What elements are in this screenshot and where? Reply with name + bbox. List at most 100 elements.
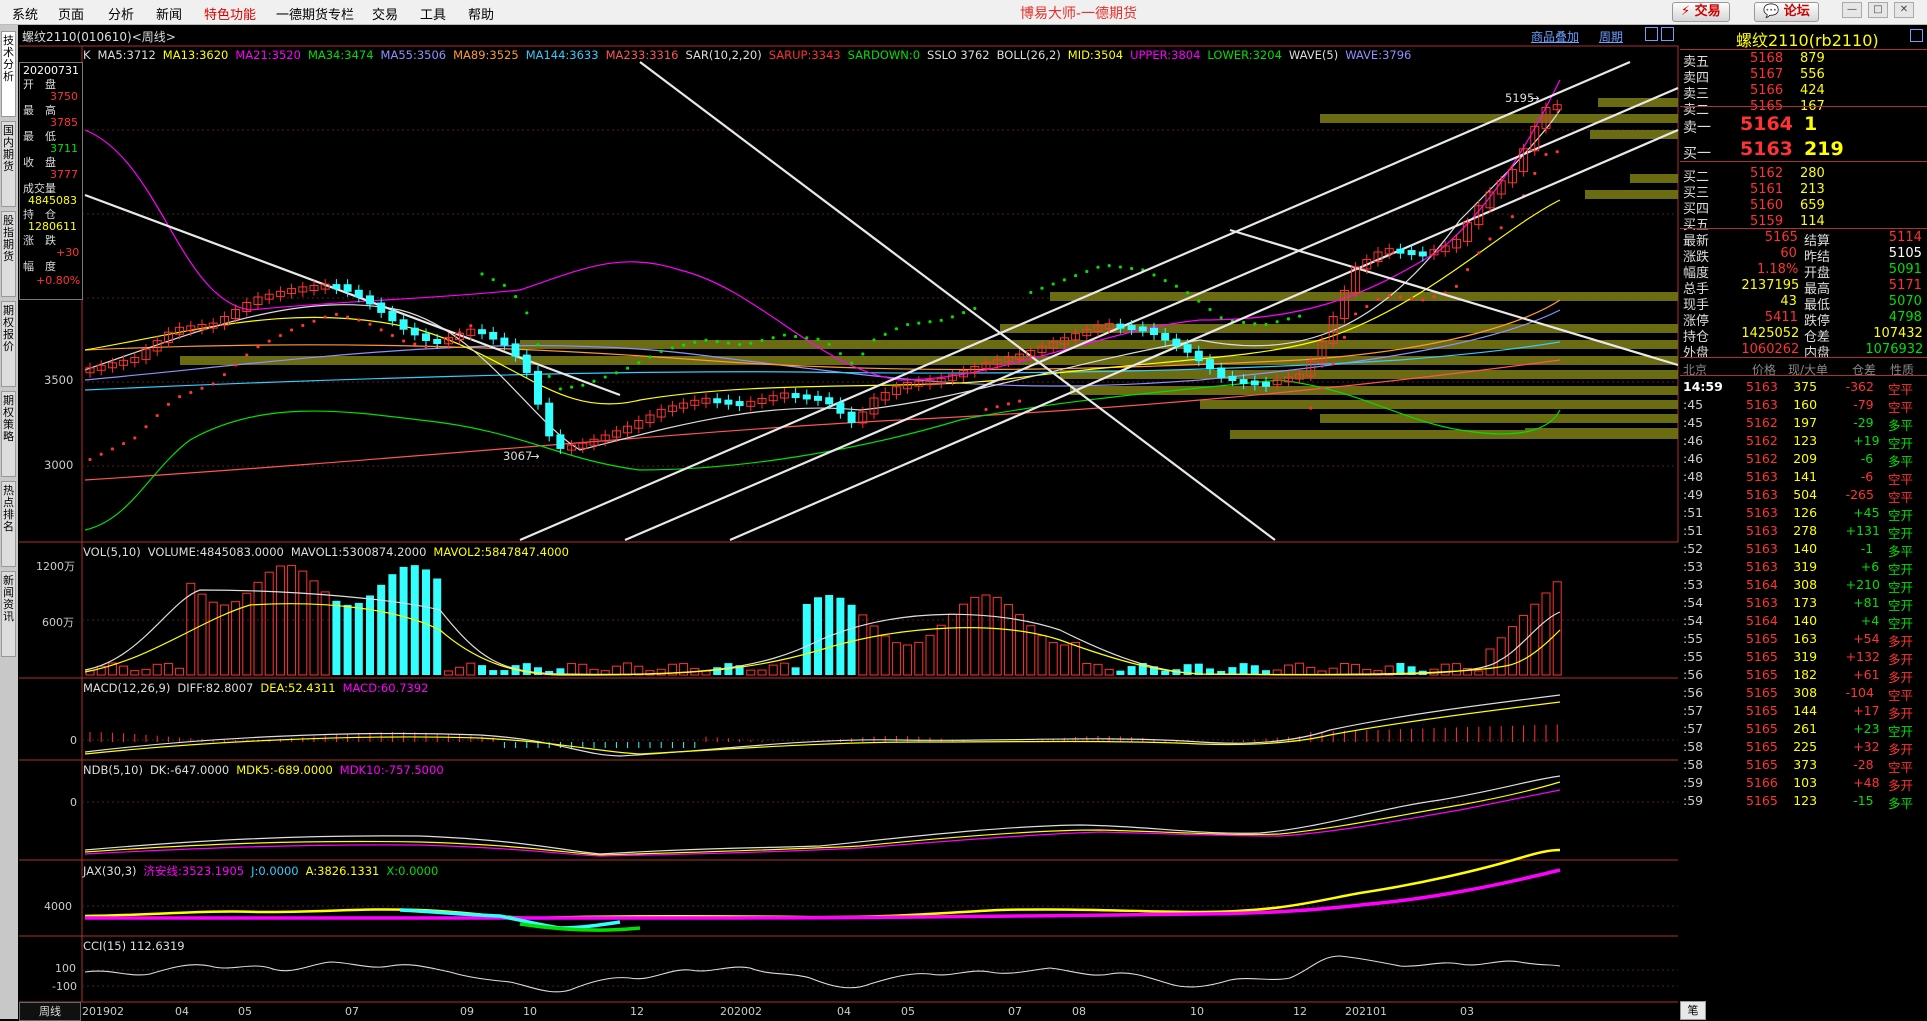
tick-nature: 多开 <box>1888 634 1914 649</box>
close-icon[interactable]: ✕ <box>1894 2 1914 18</box>
volume-bar-up <box>936 624 946 676</box>
volume-bar-up <box>1530 603 1540 676</box>
tick-time: :54 <box>1683 595 1704 610</box>
sar-dot <box>1533 171 1537 175</box>
jax-indicator-legend: JAX(30,3) 济安线:3523.1905 J:0.0000 A:3826.133… <box>83 863 445 879</box>
sar-dot <box>861 352 865 356</box>
volume-bar-down <box>1161 670 1170 675</box>
forum-button[interactable]: 💬 论坛 <box>1754 2 1819 22</box>
volume-bar-up <box>880 635 890 676</box>
tick-time: :58 <box>1683 757 1704 772</box>
volume-bar-up <box>578 663 588 676</box>
tick-volume: 160 <box>1793 397 1818 412</box>
tick-time: :56 <box>1683 667 1704 682</box>
tick-volume: 319 <box>1793 559 1818 574</box>
sar-dot <box>693 340 697 344</box>
main-legend-item: MID:3504 <box>1067 48 1124 62</box>
volume-bar-up <box>1071 641 1081 676</box>
x-tick: 10 <box>523 1005 537 1018</box>
tick-volume: 375 <box>1793 379 1818 394</box>
candle-body-down <box>1418 251 1427 257</box>
tick-nature: 空开 <box>1888 508 1914 523</box>
info-oi: 1280611 <box>28 220 77 233</box>
volume-bar-down <box>814 597 822 675</box>
info-change: +30 <box>56 246 80 259</box>
volume-bar-up <box>947 613 957 676</box>
volume-bar-up <box>970 596 980 676</box>
stat-value: 5070 <box>1888 294 1922 309</box>
tick-oi-change: -15 <box>1853 793 1874 808</box>
quote-separator <box>1680 375 1927 376</box>
volume-bar-up <box>1496 637 1506 676</box>
sar-dot <box>1085 269 1089 274</box>
sar-dot <box>1242 320 1246 325</box>
main-legend-item: MA144:3633 <box>525 48 599 62</box>
volume-bar-up <box>1474 670 1484 676</box>
ask1-label: 卖一 <box>1683 120 1711 136</box>
sar-dot <box>536 343 540 347</box>
sar-dot <box>592 379 596 383</box>
volume-bar-up <box>1295 662 1305 676</box>
candle-body-down <box>478 329 486 335</box>
tick-volume: 308 <box>1793 685 1818 700</box>
volume-bar-up <box>925 634 935 676</box>
tick-time: :49 <box>1683 487 1704 502</box>
bid-volume: 213 <box>1800 182 1825 197</box>
volume-bar-up <box>1351 663 1361 676</box>
stat-value: 1425052 <box>1741 326 1800 341</box>
tick-volume: 126 <box>1793 505 1818 520</box>
main-legend-item: SARUP:3343 <box>768 48 841 62</box>
tick-volume: 123 <box>1793 433 1818 448</box>
panel-toggle-icon[interactable] <box>1910 29 1923 42</box>
sar-dot <box>872 338 876 342</box>
sar-dot <box>1488 237 1492 241</box>
sar-dot <box>928 320 932 324</box>
sar-dot <box>1544 152 1548 157</box>
sar-dot <box>110 447 114 451</box>
x-tick: 08 <box>1072 1005 1086 1018</box>
tick-price: 5163 <box>1746 487 1778 502</box>
macd-legend-item: DEA:52.4311 <box>260 681 336 695</box>
tick-price: 5163 <box>1746 541 1778 556</box>
sar-dot <box>1197 299 1201 303</box>
sar-dot <box>962 311 966 315</box>
tick-volume: 163 <box>1793 631 1818 646</box>
candle-body-down <box>802 394 811 400</box>
volume-bar-down <box>388 574 397 675</box>
sar-dot <box>1074 274 1078 278</box>
period-tab[interactable]: 周线 <box>19 1002 81 1021</box>
tick-tab[interactable]: 笔 <box>1680 1001 1706 1020</box>
sar-dot <box>99 452 103 456</box>
sar-dot <box>1029 290 1033 295</box>
volume-bar-up <box>231 601 241 676</box>
vol-legend-item: MAVOL1:5300874.2000 <box>290 545 427 559</box>
sar-dot <box>1309 406 1313 410</box>
tick-price: 5162 <box>1746 451 1778 466</box>
ndb-indicator-legend: NDB(5,10) DK:-647.0000 MDK5:-689.0000 MDK10… <box>83 763 451 777</box>
volume-bar-up <box>1003 604 1013 676</box>
maximize-icon[interactable]: □ <box>1868 2 1888 18</box>
minimize-icon[interactable]: — <box>1842 2 1862 18</box>
sar-dot <box>1454 284 1458 288</box>
tick-oi-change: -6 <box>1860 469 1874 484</box>
sar-dot <box>1208 307 1212 312</box>
volume-bar-up <box>1059 644 1069 676</box>
sar-dot <box>1477 251 1481 255</box>
volume-bar-up <box>567 663 577 676</box>
tick-nature: 空开 <box>1888 598 1914 613</box>
bid-price: 5161 <box>1750 182 1784 197</box>
candle-body-down <box>1206 359 1214 370</box>
quote-separator <box>1680 357 1927 358</box>
sar-dot <box>368 322 372 326</box>
candle-body-down <box>735 401 744 407</box>
cci-tick-minus100: -100 <box>52 980 77 993</box>
volume-bar-up <box>253 581 263 676</box>
volume-bar-down <box>500 670 509 675</box>
trade-button[interactable]: ⚡ 交易 <box>1672 2 1730 22</box>
candle-body-down <box>534 370 542 405</box>
stat-value: 1060262 <box>1741 342 1800 357</box>
quote-title: 螺纹2110(rb2110) <box>1736 31 1879 50</box>
x-tick: 04 <box>175 1005 189 1018</box>
quote-separator <box>1680 106 1927 107</box>
tick-volume: 140 <box>1793 613 1818 628</box>
